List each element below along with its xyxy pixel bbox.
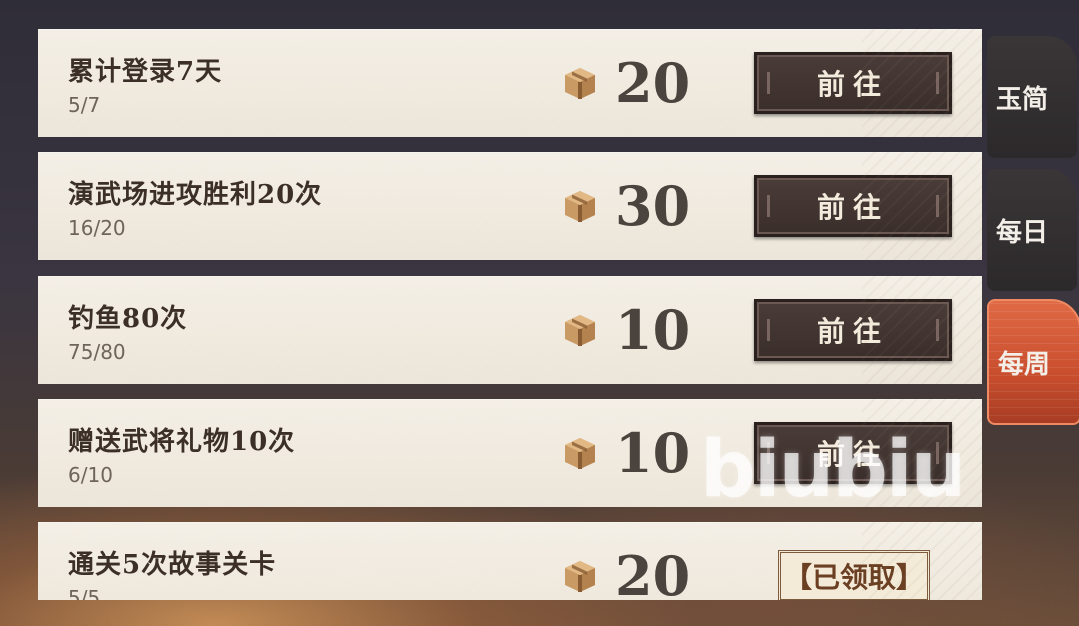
claimed-badge: 【已领取】 bbox=[778, 550, 930, 600]
reward-amount: 10 bbox=[615, 421, 691, 485]
tab-label: 每周 bbox=[997, 349, 1050, 380]
reward-amount: 10 bbox=[615, 298, 691, 362]
task-title: 钓鱼80次 bbox=[68, 304, 188, 334]
tab-label: 玉简 bbox=[995, 84, 1048, 115]
reward-amount: 20 bbox=[615, 51, 691, 115]
task-progress: 16/20 bbox=[68, 216, 126, 240]
task-row: 累计登录7天 5/7 20 前往 bbox=[38, 29, 982, 137]
tab-yujian[interactable]: 玉简 bbox=[987, 36, 1077, 158]
task-title: 赠送武将礼物10次 bbox=[68, 427, 296, 457]
gift-box-icon bbox=[565, 191, 595, 222]
watermark-logo: biubiu bbox=[700, 425, 966, 515]
gift-box-icon bbox=[565, 438, 595, 469]
tab-daily[interactable]: 每日 bbox=[987, 169, 1077, 291]
task-progress: 5/5 bbox=[68, 586, 101, 600]
gift-box-icon bbox=[565, 315, 595, 346]
task-title: 通关5次故事关卡 bbox=[68, 550, 277, 580]
task-progress: 5/7 bbox=[68, 93, 101, 117]
tab-weekly[interactable]: 每周 bbox=[987, 299, 1079, 425]
gift-box-icon bbox=[565, 68, 595, 99]
go-button[interactable]: 前往 bbox=[754, 175, 952, 237]
task-title: 累计登录7天 bbox=[68, 57, 223, 87]
task-progress: 75/80 bbox=[68, 340, 126, 364]
task-row: 通关5次故事关卡 5/5 20 【已领取】 bbox=[38, 522, 982, 600]
task-progress: 6/10 bbox=[68, 463, 113, 487]
reward-amount: 30 bbox=[615, 174, 691, 238]
go-button[interactable]: 前往 bbox=[754, 52, 952, 114]
reward-amount: 20 bbox=[615, 544, 691, 600]
tab-label: 每日 bbox=[995, 217, 1048, 248]
task-row: 演武场进攻胜利20次 16/20 30 前往 bbox=[38, 152, 982, 260]
task-title: 演武场进攻胜利20次 bbox=[68, 180, 323, 210]
go-button[interactable]: 前往 bbox=[754, 299, 952, 361]
task-row: 钓鱼80次 75/80 10 前往 bbox=[38, 276, 982, 384]
gift-box-icon bbox=[565, 561, 595, 592]
